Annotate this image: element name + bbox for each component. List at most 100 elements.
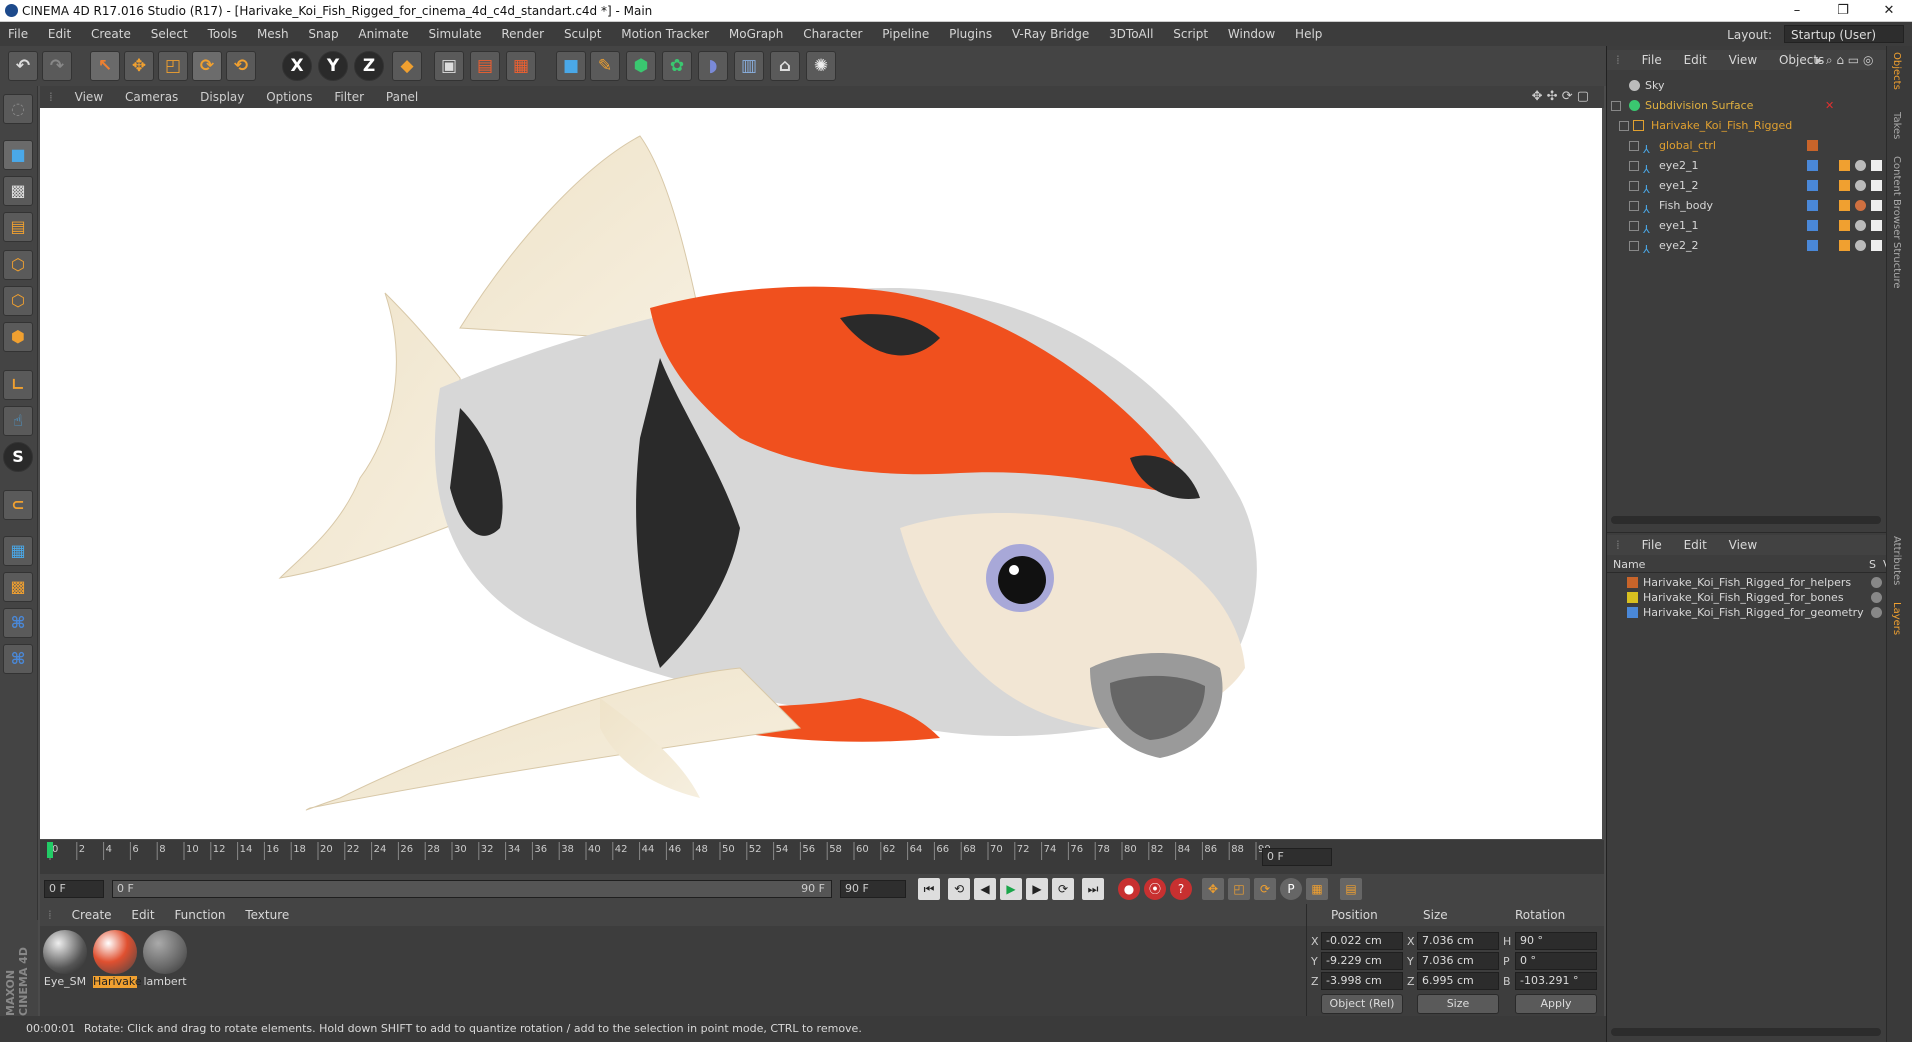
tab-content-browser[interactable]: Content Browser xyxy=(1891,156,1902,239)
material-tag-icon[interactable] xyxy=(1839,220,1850,231)
menu-help[interactable]: Help xyxy=(1287,22,1330,46)
menu-script[interactable]: Script xyxy=(1165,22,1216,46)
live-selection-icon[interactable]: ↖ xyxy=(90,51,120,81)
play-icon[interactable]: ▶ xyxy=(1000,878,1022,900)
expand-icon[interactable] xyxy=(1629,161,1639,171)
axis-mode-icon[interactable]: ∟ xyxy=(3,370,33,400)
object-row[interactable]: ⅄ eye2_2 xyxy=(1607,236,1897,256)
material-tag-icon[interactable] xyxy=(1839,200,1850,211)
expand-icon[interactable] xyxy=(1629,141,1639,151)
layer-color-swatch[interactable] xyxy=(1627,577,1638,588)
coordinate-mode-dropdown[interactable]: Object (Rel) xyxy=(1321,994,1403,1014)
object-menu-view[interactable]: View xyxy=(1720,50,1766,70)
cloner-icon[interactable]: ✿ xyxy=(662,51,692,81)
layer-menu-file[interactable]: File xyxy=(1633,535,1671,555)
menu-render[interactable]: Render xyxy=(493,22,552,46)
menu-mograph[interactable]: MoGraph xyxy=(721,22,792,46)
close-button[interactable]: ✕ xyxy=(1866,0,1912,22)
previous-frame-icon[interactable]: ◀ xyxy=(974,878,996,900)
object-row[interactable]: Harivake_Koi_Fish_Rigged xyxy=(1607,116,1897,136)
layer-color-icon[interactable] xyxy=(1807,140,1818,151)
timeline-icon[interactable]: ▤ xyxy=(1340,878,1362,900)
keyframe-selection-icon[interactable]: ? xyxy=(1170,878,1192,900)
render-view-icon[interactable]: ▣ xyxy=(434,51,464,81)
edges-mode-icon[interactable]: ⬡ xyxy=(3,286,33,316)
rotate-icon[interactable]: ⟳ xyxy=(192,51,222,81)
end-frame-field[interactable]: 90 F xyxy=(840,880,906,898)
python-icon[interactable]: ⌘ xyxy=(3,608,33,638)
x-axis-lock-icon[interactable]: X xyxy=(282,51,312,81)
material-lambert[interactable]: lambert xyxy=(143,930,187,988)
make-editable-icon[interactable]: ◌ xyxy=(3,94,33,124)
material-harivake[interactable]: Harivake xyxy=(93,930,142,988)
rot-b-field[interactable]: -103.291 ° xyxy=(1515,972,1597,990)
menu-simulate[interactable]: Simulate xyxy=(421,22,490,46)
y-axis-lock-icon[interactable]: Y xyxy=(318,51,348,81)
material-tag-icon[interactable] xyxy=(1855,180,1866,191)
redo-icon[interactable]: ↷ xyxy=(42,51,72,81)
z-axis-lock-icon[interactable]: Z xyxy=(354,51,384,81)
key-param-icon[interactable]: P xyxy=(1280,878,1302,900)
menu-file[interactable]: File xyxy=(0,22,36,46)
uvw-tag-icon[interactable] xyxy=(1871,200,1882,211)
layer-row[interactable]: Harivake_Koi_Fish_Rigged_for_bones xyxy=(1607,590,1897,605)
object-menu-file[interactable]: File xyxy=(1633,50,1671,70)
object-row[interactable]: ⅄ eye1_2 xyxy=(1607,176,1897,196)
material-tag-icon[interactable] xyxy=(1839,180,1850,191)
menu-character[interactable]: Character xyxy=(795,22,870,46)
expand-icon[interactable] xyxy=(1611,101,1621,111)
subdivision-surface-icon[interactable]: ⬢ xyxy=(626,51,656,81)
deformer-icon[interactable]: ◗ xyxy=(698,51,728,81)
layer-solo-toggle[interactable] xyxy=(1871,607,1882,618)
material-tag-icon[interactable] xyxy=(1839,160,1850,171)
record-icon[interactable]: ● xyxy=(1118,878,1140,900)
viewport-menu-view[interactable]: View xyxy=(66,86,112,108)
go-to-end-icon[interactable]: ⏭ xyxy=(1082,878,1104,900)
menu-sculpt[interactable]: Sculpt xyxy=(556,22,609,46)
move-icon[interactable]: ✥ xyxy=(124,51,154,81)
viewport-menu-cameras[interactable]: Cameras xyxy=(116,86,187,108)
size-mode-dropdown[interactable]: Size xyxy=(1417,994,1499,1014)
menu-plugins[interactable]: Plugins xyxy=(941,22,1000,46)
next-frame-icon[interactable]: ▶ xyxy=(1026,878,1048,900)
uvw-tag-icon[interactable] xyxy=(1871,180,1882,191)
layer-color-swatch[interactable] xyxy=(1627,607,1638,618)
menu-window[interactable]: Window xyxy=(1220,22,1283,46)
layer-row[interactable]: Harivake_Koi_Fish_Rigged_for_geometry xyxy=(1607,605,1897,620)
object-row[interactable]: ⅄ eye1_1 xyxy=(1607,216,1897,236)
points-mode-icon[interactable]: ⬡ xyxy=(3,250,33,280)
restore-button[interactable]: ❐ xyxy=(1820,0,1866,22)
viewport-3d[interactable] xyxy=(40,108,1602,839)
minimize-button[interactable]: – xyxy=(1774,0,1820,22)
cube-icon[interactable]: ■ xyxy=(556,51,586,81)
size-x-field[interactable]: 7.036 cm xyxy=(1417,932,1499,950)
viewport-menu-options[interactable]: Options xyxy=(257,86,321,108)
rot-p-field[interactable]: 0 ° xyxy=(1515,952,1597,970)
tab-objects[interactable]: Objects xyxy=(1891,52,1902,90)
menu-edit[interactable]: Edit xyxy=(40,22,79,46)
material-tag-icon[interactable] xyxy=(1855,160,1866,171)
object-row[interactable]: ⅄ global_ctrl xyxy=(1607,136,1897,156)
layout-dropdown[interactable]: Startup (User) xyxy=(1784,25,1904,43)
expand-icon[interactable] xyxy=(1629,241,1639,251)
tab-attributes[interactable]: Attributes xyxy=(1891,536,1902,585)
menu-motion-tracker[interactable]: Motion Tracker xyxy=(613,22,717,46)
lock-workplane-icon[interactable]: ▦ xyxy=(3,536,33,566)
layer-menu-edit[interactable]: Edit xyxy=(1675,535,1716,555)
menu-select[interactable]: Select xyxy=(143,22,196,46)
layer-color-icon[interactable] xyxy=(1807,200,1818,211)
key-rotation-icon[interactable]: ⟳ xyxy=(1254,878,1276,900)
texture-mode-icon[interactable]: ▩ xyxy=(3,176,33,206)
material-menu-texture[interactable]: Texture xyxy=(237,904,297,926)
layer-solo-toggle[interactable] xyxy=(1871,592,1882,603)
magnet-icon[interactable]: ⊂ xyxy=(3,490,33,520)
material-menu-edit[interactable]: Edit xyxy=(123,904,162,926)
expand-icon[interactable] xyxy=(1629,201,1639,211)
timeline-ruler[interactable]: 0 2 4 6 8 10 12 14 16 18 20 22 24 26 28 30 32 34 36 38 40 42 4… xyxy=(40,840,1604,874)
range-slider[interactable]: 0 F 90 F xyxy=(112,880,832,898)
tab-takes[interactable]: Takes xyxy=(1891,112,1902,139)
expand-icon[interactable] xyxy=(1619,121,1629,131)
pos-x-field[interactable]: -0.022 cm xyxy=(1321,932,1403,950)
key-pla-icon[interactable]: ▦ xyxy=(1306,878,1328,900)
coordinate-system-icon[interactable]: ◆ xyxy=(392,51,422,81)
